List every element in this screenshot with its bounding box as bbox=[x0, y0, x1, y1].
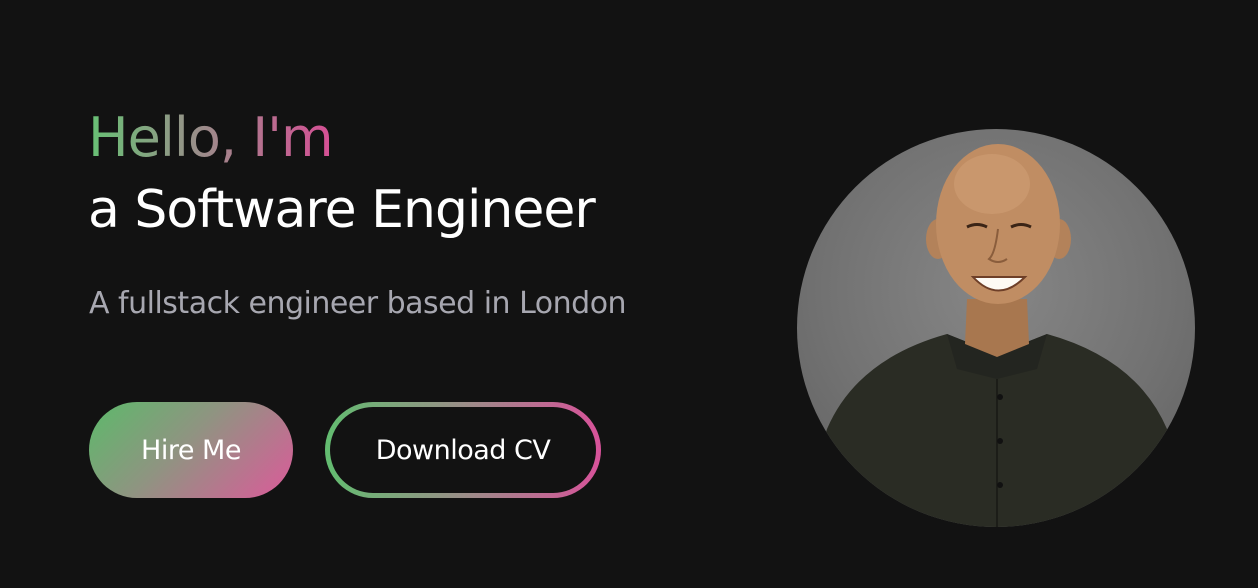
subtitle-text: A fullstack engineer based in London bbox=[89, 286, 627, 321]
profile-avatar bbox=[797, 129, 1195, 527]
role-heading: a Software Engineer bbox=[88, 180, 596, 240]
avatar-photo-icon bbox=[797, 144, 1195, 527]
greeting-heading: Hello, I'm bbox=[88, 106, 334, 169]
hire-me-button[interactable]: Hire Me bbox=[89, 402, 293, 498]
download-cv-button[interactable]: Download CV bbox=[325, 402, 601, 498]
hero-section: Hello, I'm a Software Engineer A fullsta… bbox=[0, 0, 1258, 588]
